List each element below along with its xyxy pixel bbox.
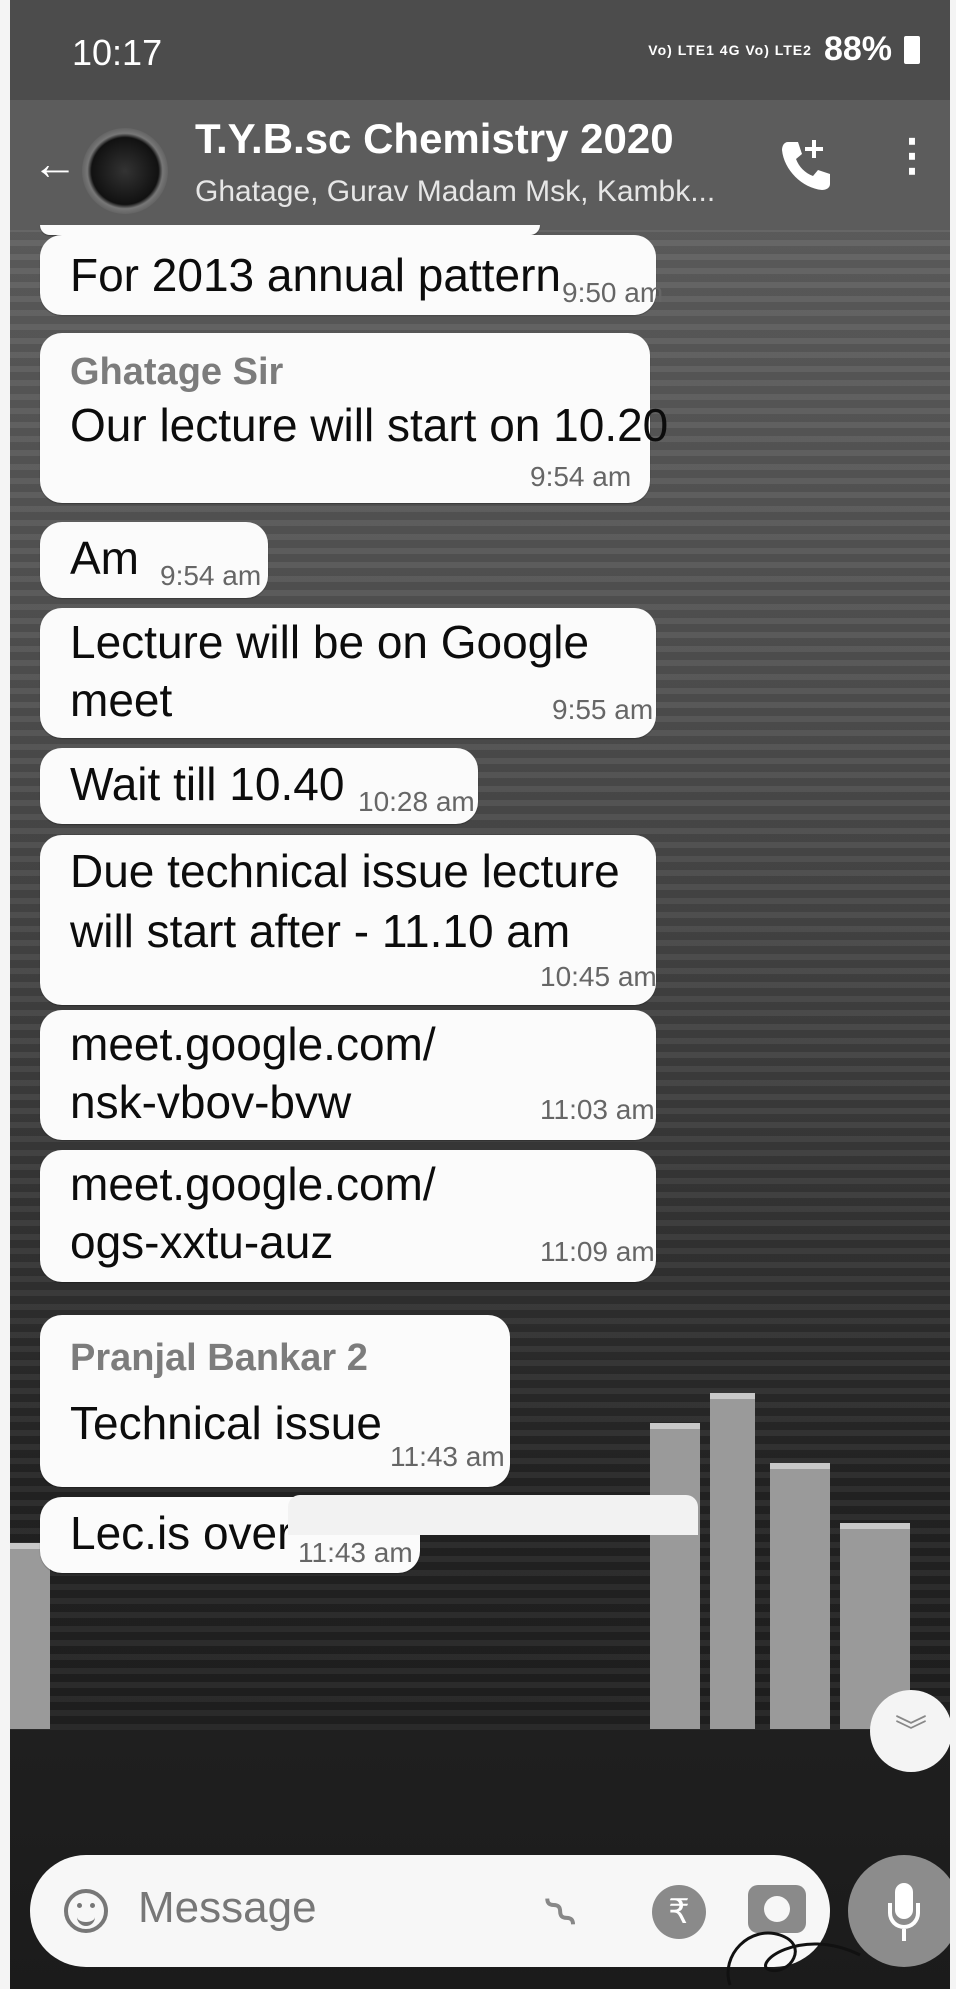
message-text: Wait till 10.40 [70,758,345,810]
mic-icon-stand [888,1903,920,1929]
rupee-icon[interactable]: ₹ [652,1885,706,1939]
group-members[interactable]: Ghatage, Gurav Madam Msk, Kambk... [195,175,715,209]
chevron-down-icon[interactable]: ︾ [870,1690,950,1772]
message-time: 10:45 am [540,961,657,992]
status-time: 10:17 [72,32,163,73]
scanned-page: 10:17 Vo) LTE1 4G Vo) LTE2 88% ← T.Y.B.s… [0,0,956,1989]
pen-scribble [726,1931,861,1986]
message-time: 11:43 am [390,1441,505,1472]
message-text: Lecture will be on Google [70,616,590,668]
status-bar: 10:17 Vo) LTE1 4G Vo) LTE2 88% [10,0,950,100]
message-bubble[interactable]: For 2013 annual pattern 9:50 am [40,235,663,315]
message-time: 9:54 am [160,560,262,591]
message-time: 11:03 am [540,1094,655,1125]
add-call-icon[interactable] [780,136,830,192]
more-vert-icon[interactable]: ⋮ [890,134,934,178]
message-link-line2[interactable]: ogs-xxtu-auz [70,1212,333,1272]
message-bubble[interactable]: meet.google.com/ ogs-xxtu-auz 11:09 am [40,1150,656,1282]
message-bubble-partial [40,225,540,235]
arrow-left-icon[interactable]: ← [32,140,78,186]
battery-percent: 88% [823,30,892,68]
message-sender: Ghatage Sir [70,351,284,393]
message-bubble[interactable]: Pranjal Bankar 2 Technical issue 11:43 a… [40,1315,510,1487]
message-link[interactable]: meet.google.com/ [70,1154,436,1214]
message-text: For 2013 annual pattern [70,249,562,301]
paperclip-icon[interactable]: ⌇ [534,1885,590,1941]
message-input[interactable]: Message [138,1883,317,1933]
message-text: Lec.is over [70,1507,293,1559]
message-time: 9:55 am [552,694,654,725]
date-chip-partial [288,1495,698,1535]
emoji-icon[interactable] [64,1889,108,1933]
message-text-line2: will start after - 11.10 am [70,905,571,957]
message-text: Am [70,532,139,584]
phone-screen: 10:17 Vo) LTE1 4G Vo) LTE2 88% ← T.Y.B.s… [10,0,950,1989]
message-bubble[interactable]: Ghatage Sir Our lecture will start on 10… [40,333,668,503]
message-bubble[interactable]: Wait till 10.40 10:28 am [40,748,478,824]
group-title[interactable]: T.Y.B.sc Chemistry 2020 [195,115,674,163]
group-avatar[interactable] [82,128,168,214]
message-bubble[interactable]: Am 9:54 am [40,522,268,598]
message-sender: Pranjal Bankar 2 [70,1337,368,1379]
message-list: For 2013 annual pattern 9:50 am Ghatage … [10,225,950,1820]
message-text: Due technical issue lecture [70,845,620,897]
message-time: 11:09 am [540,1236,655,1267]
message-time: 9:50 am [562,277,664,308]
message-link-line2[interactable]: nsk-vbov-bvw [70,1072,351,1132]
battery-icon [904,35,920,64]
message-time: 9:54 am [530,461,632,492]
message-text: Our lecture will start on 10.20 [70,399,669,451]
message-bubble[interactable]: Lecture will be on Google meet 9:55 am [40,608,656,738]
message-text-line2: meet [70,674,173,726]
message-link[interactable]: meet.google.com/ [70,1014,436,1074]
message-time: 11:43 am [298,1537,413,1568]
mic-icon-foot [902,1929,906,1941]
message-time: 10:28 am [358,786,475,817]
message-text: Technical issue [70,1397,382,1449]
chat-header: ← T.Y.B.sc Chemistry 2020 Ghatage, Gurav… [10,100,950,230]
status-icons: Vo) LTE1 4G Vo) LTE2 88% [648,30,920,69]
network-indicator: Vo) LTE1 4G Vo) LTE2 [648,41,812,58]
message-bubble[interactable]: meet.google.com/ nsk-vbov-bvw 11:03 am [40,1010,656,1140]
message-bubble[interactable]: Due technical issue lecture will start a… [40,835,657,1005]
